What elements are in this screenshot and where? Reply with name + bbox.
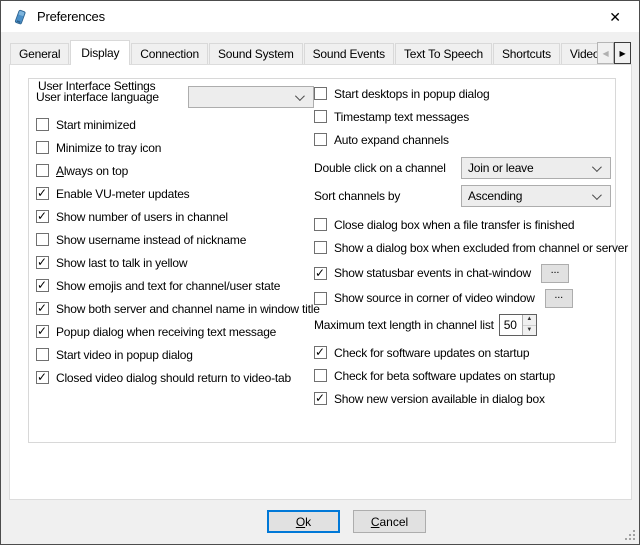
chevron-down-icon [295,91,305,101]
checkbox-icon[interactable] [36,210,49,223]
checkbox-icon[interactable] [314,346,327,359]
checkbox-start-minimized[interactable]: Start minimized [36,113,314,136]
checkbox-check-updates[interactable]: Check for software updates on startup [314,341,611,364]
double-click-select[interactable]: Join or leave [461,157,611,179]
tab-text-to-speech[interactable]: Text To Speech [395,43,492,64]
language-label: User interface language [36,90,159,104]
title-bar[interactable]: Preferences ✕ [1,1,639,32]
checkbox-auto-expand[interactable]: Auto expand channels [314,128,611,151]
dialog-body: General Display Connection Sound System … [1,32,639,544]
double-click-label: Double click on a channel [314,161,446,175]
tab-scroll-right-icon[interactable]: ▶ [614,42,631,64]
checkbox-new-version-dialog[interactable]: Show new version available in dialog box [314,387,611,410]
checkbox-video-popup[interactable]: Start video in popup dialog [36,343,314,366]
checkbox-icon[interactable] [36,187,49,200]
tab-sound-events[interactable]: Sound Events [304,43,394,64]
user-interface-settings-group: User Interface Settings User interface l… [28,78,616,443]
app-icon [12,9,28,25]
left-column: User interface language Start minimized … [36,84,314,389]
ok-button[interactable]: Ok [267,510,340,533]
double-click-value: Join or leave [468,161,533,175]
tab-display[interactable]: Display [70,40,130,65]
checkbox-icon[interactable] [36,141,49,154]
sort-channels-select[interactable]: Ascending [461,185,611,207]
tab-scroll-left-icon[interactable]: ◀ [597,42,614,64]
video-source-options-button[interactable]: ... [545,289,573,308]
tab-bar: General Display Connection Sound System … [10,42,631,64]
checkbox-close-on-transfer[interactable]: Close dialog box when a file transfer is… [314,213,611,236]
checkbox-vu-meter-updates[interactable]: Enable VU-meter updates [36,182,314,205]
sort-channels-value: Ascending [468,189,522,203]
language-select[interactable] [188,86,314,108]
checkbox-icon[interactable] [314,267,327,280]
sort-channels-label: Sort channels by [314,189,400,203]
checkbox-popup-text-message[interactable]: Popup dialog when receiving text message [36,320,314,343]
checkbox-excluded-dialog[interactable]: Show a dialog box when excluded from cha… [314,236,611,259]
checkbox-icon[interactable] [36,302,49,315]
cancel-button[interactable]: Cancel [353,510,426,533]
checkbox-icon[interactable] [36,256,49,269]
checkbox-icon[interactable] [314,292,327,305]
max-text-length-value: 50 [500,315,522,335]
resize-grip[interactable] [625,530,636,541]
checkbox-video-source-corner[interactable]: Show source in corner of video window ..… [314,288,611,308]
checkbox-closed-video-return[interactable]: Closed video dialog should return to vid… [36,366,314,389]
statusbar-events-options-button[interactable]: ... [541,264,569,283]
tab-connection[interactable]: Connection [131,43,208,64]
checkbox-icon[interactable] [36,348,49,361]
tab-shortcuts[interactable]: Shortcuts [493,43,560,64]
spin-down-icon[interactable]: ▼ [523,326,536,336]
checkbox-timestamp-messages[interactable]: Timestamp text messages [314,105,611,128]
chevron-down-icon [592,162,602,172]
checkbox-icon[interactable] [314,369,327,382]
sort-channels-row: Sort channels by Ascending [314,185,611,207]
checkbox-icon[interactable] [314,133,327,146]
checkbox-server-channel-title[interactable]: Show both server and channel name in win… [36,297,314,320]
checkbox-icon[interactable] [36,279,49,292]
tab-sound-system[interactable]: Sound System [209,43,303,64]
checkbox-icon[interactable] [36,371,49,384]
double-click-row: Double click on a channel Join or leave [314,157,611,179]
language-row: User interface language [36,84,314,110]
tab-general[interactable]: General [10,43,69,64]
tab-scroll-buttons: ◀ ▶ [597,42,631,64]
checkbox-show-username[interactable]: Show username instead of nickname [36,228,314,251]
checkbox-statusbar-events[interactable]: Show statusbar events in chat-window ... [314,263,611,283]
max-text-length-spinner[interactable]: 50 ▲ ▼ [499,314,537,336]
preferences-dialog: Preferences ✕ General Display Connection… [0,0,640,545]
window-title: Preferences [37,9,105,24]
spin-up-icon[interactable]: ▲ [523,315,536,326]
checkbox-icon[interactable] [36,164,49,177]
chevron-down-icon [592,190,602,200]
checkbox-minimize-to-tray[interactable]: Minimize to tray icon [36,136,314,159]
close-icon[interactable]: ✕ [605,7,625,27]
display-tab-pane: User Interface Settings User interface l… [9,64,632,500]
checkbox-check-beta-updates[interactable]: Check for beta software updates on start… [314,364,611,387]
checkbox-show-emojis[interactable]: Show emojis and text for channel/user st… [36,274,314,297]
checkbox-icon[interactable] [36,118,49,131]
dialog-buttons: Ok Cancel [267,510,426,533]
right-column: Start desktops in popup dialog Timestamp… [314,82,611,410]
checkbox-always-on-top[interactable]: Always on top [36,159,314,182]
checkbox-last-talk-yellow[interactable]: Show last to talk in yellow [36,251,314,274]
checkbox-icon[interactable] [314,110,327,123]
checkbox-icon[interactable] [314,87,327,100]
checkbox-icon[interactable] [314,241,327,254]
max-text-length-label: Maximum text length in channel list [314,318,494,332]
checkbox-icon[interactable] [36,325,49,338]
checkbox-desktops-popup[interactable]: Start desktops in popup dialog [314,82,611,105]
max-text-length-row: Maximum text length in channel list 50 ▲… [314,314,611,336]
checkbox-icon[interactable] [314,218,327,231]
checkbox-show-user-count[interactable]: Show number of users in channel [36,205,314,228]
checkbox-icon[interactable] [314,392,327,405]
checkbox-icon[interactable] [36,233,49,246]
